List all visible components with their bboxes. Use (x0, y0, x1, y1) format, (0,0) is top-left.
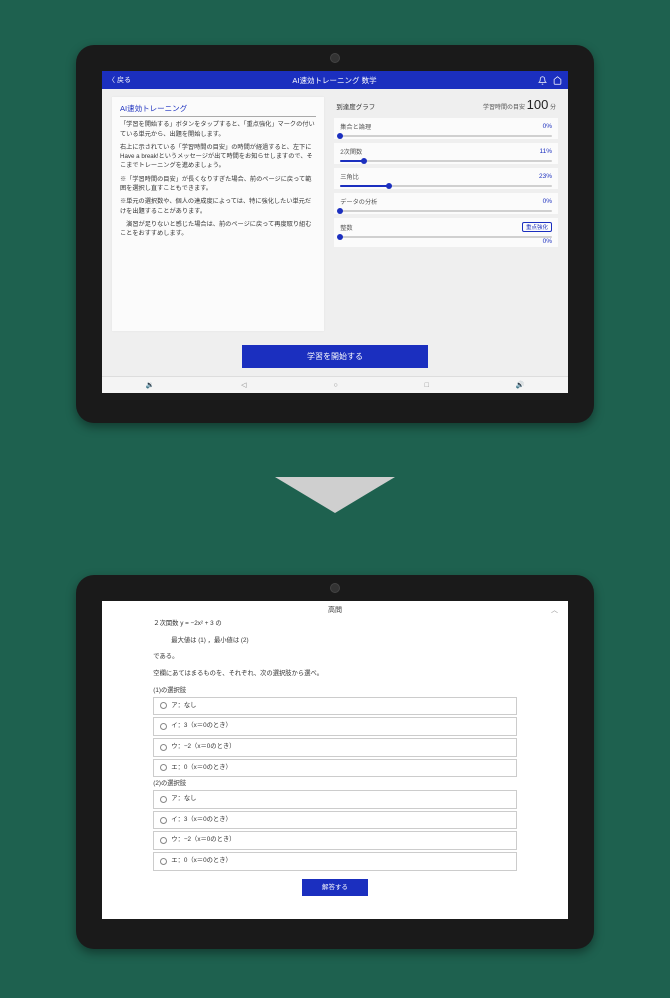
metric-label: 集合と論理 (340, 122, 371, 131)
app-header: 〈 戻る AI速効トレーニング 数学 (102, 71, 568, 89)
chevron-left-icon: 〈 (108, 75, 115, 85)
radio-icon (160, 702, 167, 709)
progress-header: 到達度グラフ 学習時間の目安 100 分 (334, 97, 558, 112)
choice-option[interactable]: エ：0（x＝0のとき） (153, 759, 516, 778)
tablet-top: 〈 戻る AI速効トレーニング 数学 AI速効トレーニング 「学習を開始する」ボ… (76, 45, 594, 423)
choice-group-2: ア：なしイ：3（x＝0のとき） ウ：−2（x＝0のとき） エ：0（x＝0のとき） (153, 790, 516, 871)
progress-bar (340, 135, 552, 137)
nav-volume-down-icon[interactable]: 🔉 (145, 381, 154, 389)
radio-icon (160, 796, 167, 803)
app-screen-top: 〈 戻る AI速効トレーニング 数学 AI速効トレーニング 「学習を開始する」ボ… (102, 71, 568, 393)
metric-label: 三角比 (340, 172, 359, 181)
choice-label: ア：なし (171, 701, 196, 712)
bell-icon[interactable] (538, 76, 547, 85)
instructions-panel: AI速効トレーニング 「学習を開始する」ボタンをタップすると、「重点強化」マーク… (112, 97, 324, 331)
nav-home-icon[interactable]: ○ (333, 382, 337, 389)
radio-icon (160, 817, 167, 824)
nav-back-icon[interactable]: ◁ (241, 381, 246, 389)
metric-row: 2次関数 11% (334, 143, 558, 164)
question-text-2: 最大値は (1) ，最小値は (2) (153, 636, 516, 647)
start-learning-button[interactable]: 学習を開始する (242, 345, 428, 368)
question-instruction: 空欄にあてはまるものを、それぞれ、次の選択肢から選べ。 (153, 669, 516, 680)
choice-option[interactable]: イ：3（x＝0のとき） (153, 717, 516, 736)
metric-row: 整数 重点強化 0% (334, 218, 558, 247)
home-icon[interactable] (553, 76, 562, 85)
progress-title: 到達度グラフ (336, 101, 375, 111)
choice-group-1: ア：なしイ：3（x＝0のとき） ウ：−2（x＝0のとき） エ：0（x＝0のとき） (153, 697, 516, 778)
choice-option[interactable]: ウ：−2（x＝0のとき） (153, 831, 516, 850)
choice-label: ウ：−2（x＝0のとき） (171, 742, 235, 753)
choice-option[interactable]: イ：3（x＝0のとき） (153, 811, 516, 830)
tablet-camera (330, 583, 340, 593)
instruction-p3: ※「学習時間の目安」が長くなりすぎた場合、前のページに戻って範囲を選択し直すこと… (120, 175, 316, 194)
metric-label: 整数 (340, 223, 352, 232)
instructions-title: AI速効トレーニング (120, 103, 316, 117)
progress-panel: 到達度グラフ 学習時間の目安 100 分 集合と論理 0% 2次関数 11% 三角比 23… (334, 97, 558, 331)
question-text-3: である。 (153, 652, 516, 663)
instruction-p4: ※単元の選択数や、個人の達成度によっては、特に強化したい単元だけを出題することが… (120, 197, 316, 216)
choice-group-1-label: (1)の選択肢 (153, 686, 516, 697)
choice-option[interactable]: ア：なし (153, 790, 516, 809)
choice-label: エ：0（x＝0のとき） (171, 763, 232, 774)
android-nav-bar: 🔉 ◁ ○ □ 🔊 (102, 376, 568, 393)
flow-arrow-icon (275, 477, 395, 513)
radio-icon (160, 858, 167, 865)
target-label-pre: 学習時間の目安 (483, 105, 527, 111)
metric-row: 三角比 23% (334, 168, 558, 189)
metric-pct: 0% (543, 198, 552, 205)
metric-row: データの分析 0% (334, 193, 558, 214)
metric-row: 集合と論理 0% (334, 118, 558, 139)
choice-label: ウ：−2（x＝0のとき） (171, 835, 235, 846)
radio-icon (160, 764, 167, 771)
choice-label: イ：3（x＝0のとき） (171, 815, 232, 826)
page-title: AI速効トレーニング 数学 (131, 75, 538, 86)
choice-option[interactable]: ウ：−2（x＝0のとき） (153, 738, 516, 757)
target-number: 100 (527, 97, 549, 112)
radio-icon (160, 837, 167, 844)
metrics-list: 集合と論理 0% 2次関数 11% 三角比 23% データの分析 0% 整数 重点強化 0% (334, 118, 558, 251)
instruction-p1: 「学習を開始する」ボタンをタップすると、「重点強化」マークの付いている単元から、… (120, 120, 316, 139)
progress-bar (340, 185, 552, 187)
header-icons (538, 76, 562, 85)
back-button[interactable]: 〈 戻る (108, 75, 131, 85)
tablet-bottom: 高問 ︿ ２次関数 y = −2x² + 3 の 最大値は (1) ，最小値は … (76, 575, 594, 949)
start-button-area: 学習を開始する (102, 339, 568, 376)
choice-group-2-label: (2)の選択肢 (153, 779, 516, 790)
radio-icon (160, 744, 167, 751)
progress-bar (340, 160, 552, 162)
answer-button[interactable]: 解答する (302, 879, 367, 896)
question-body: ２次関数 y = −2x² + 3 の 最大値は (1) ，最小値は (2) で… (153, 619, 516, 896)
back-label: 戻る (117, 75, 131, 85)
app-screen-bottom: 高問 ︿ ２次関数 y = −2x² + 3 の 最大値は (1) ，最小値は … (102, 601, 568, 919)
instruction-p5: 演習が足りないと感じた場合は、前のページに戻って再度取り組むことをおすすめします… (120, 220, 316, 239)
nav-volume-up-icon[interactable]: 🔊 (516, 381, 525, 389)
priority-badge: 重点強化 (522, 222, 552, 232)
question-text-1: ２次関数 y = −2x² + 3 の (153, 619, 516, 630)
question-header-label: 高問 (328, 607, 342, 614)
metric-pct: 0% (543, 123, 552, 130)
radio-icon (160, 723, 167, 730)
choice-label: ア：なし (171, 794, 196, 805)
target-label-unit: 分 (548, 105, 556, 111)
main-content: AI速効トレーニング 「学習を開始する」ボタンをタップすると、「重点強化」マーク… (102, 89, 568, 339)
metric-pct: 11% (539, 148, 552, 155)
tablet-camera (330, 53, 340, 63)
progress-bar (340, 236, 552, 238)
choice-option[interactable]: エ：0（x＝0のとき） (153, 852, 516, 871)
study-time-target: 学習時間の目安 100 分 (483, 97, 556, 112)
nav-recent-icon[interactable]: □ (425, 382, 429, 389)
choice-label: エ：0（x＝0のとき） (171, 856, 232, 867)
metric-label: 2次関数 (340, 147, 362, 156)
collapse-icon[interactable]: ︿ (551, 605, 558, 615)
question-header: 高問 ︿ (102, 601, 568, 619)
metric-pct: 23% (539, 173, 552, 180)
instruction-p2: 右上に示されている「学習時間の目安」の時間が経過すると、左下にHave a br… (120, 143, 316, 171)
choice-label: イ：3（x＝0のとき） (171, 721, 232, 732)
progress-bar (340, 210, 552, 212)
metric-label: データの分析 (340, 197, 377, 206)
choice-option[interactable]: ア：なし (153, 697, 516, 716)
metric-pct: 0% (543, 238, 552, 245)
